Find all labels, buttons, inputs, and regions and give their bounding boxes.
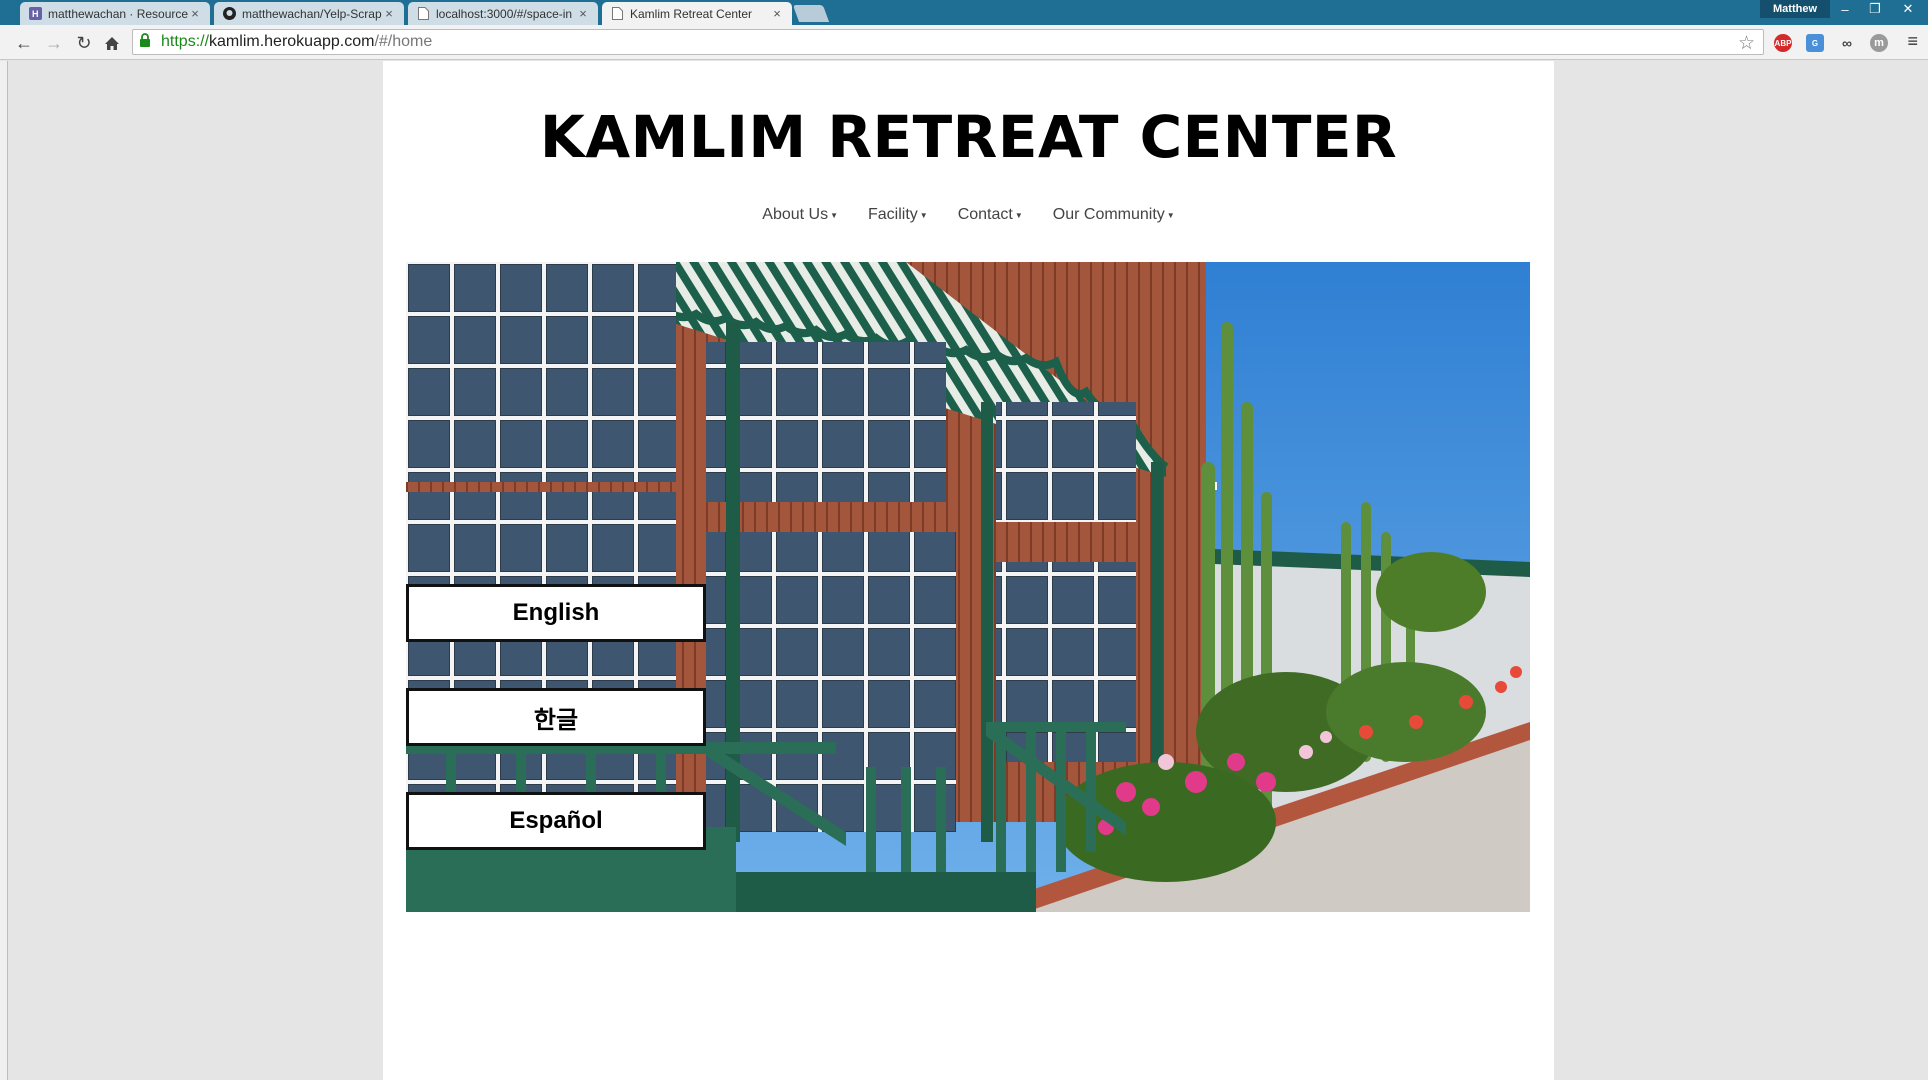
nav-label: Our Community: [1052, 206, 1165, 223]
address-bar[interactable]: https://kamlim.herokuapp.com/#/home ☆: [132, 29, 1764, 55]
caret-down-icon: ▼: [1014, 210, 1023, 220]
browser-tab-4-active[interactable]: Kamlim Retreat Center ×: [602, 2, 792, 25]
tab-title: matthewachan · Resources: [48, 6, 188, 21]
close-tab-icon[interactable]: ×: [188, 6, 202, 21]
page-icon: [610, 7, 624, 21]
forward-icon[interactable]: →: [42, 31, 66, 55]
spanish-button[interactable]: Español: [406, 792, 706, 850]
nav-about-us[interactable]: About Us ▼: [762, 206, 838, 224]
close-window-icon[interactable]: ✕: [1890, 0, 1926, 18]
svg-text:H: H: [32, 9, 39, 19]
nav-facility[interactable]: Facility ▼: [868, 206, 928, 224]
caret-down-icon: ▼: [830, 210, 838, 220]
site-title: KAMLIM RETREAT CENTER: [539, 103, 1398, 171]
browser-toolbar: ← → ↻ https://kamlim.herokuapp.com/#/hom…: [0, 25, 1928, 60]
adblock-plus-icon[interactable]: ABP: [1774, 34, 1792, 52]
page-content: KAMLIM RETREAT CENTER About Us ▼ Facility…: [383, 61, 1554, 1080]
browser-titlebar: H matthewachan · Resources × matthewacha…: [0, 0, 1928, 25]
m-icon[interactable]: m: [1870, 34, 1888, 52]
profile-button[interactable]: Matthew: [1760, 0, 1830, 18]
browser-tab-3[interactable]: localhost:3000/#/space-in ×: [408, 2, 598, 25]
nav-label: Contact: [957, 206, 1013, 223]
reload-icon[interactable]: ↻: [72, 31, 96, 55]
browser-tab-1[interactable]: H matthewachan · Resources ×: [20, 2, 210, 25]
tab-title: Kamlim Retreat Center: [630, 6, 753, 21]
close-tab-icon[interactable]: ×: [576, 6, 590, 21]
close-tab-icon[interactable]: ×: [382, 6, 396, 21]
english-button[interactable]: English: [406, 584, 706, 642]
menu-icon[interactable]: ≡: [1907, 31, 1918, 52]
translate-icon[interactable]: G: [1806, 34, 1824, 52]
nav-contact[interactable]: Contact ▼: [958, 206, 1023, 224]
back-icon[interactable]: ←: [12, 31, 36, 55]
lock-icon: [139, 32, 155, 52]
url-scheme: https://: [161, 33, 210, 50]
caret-down-icon: ▼: [1166, 210, 1175, 220]
tab-title: matthewachan/Yelp-Scrap: [242, 6, 382, 21]
main-nav: About Us ▼ Facility ▼ Contact ▼ Our Communi…: [383, 206, 1554, 224]
minimize-icon[interactable]: –: [1830, 0, 1860, 18]
tab-title: localhost:3000/#/space-in: [436, 6, 573, 21]
nav-label: Facility: [868, 206, 918, 223]
bookmark-star-icon[interactable]: ☆: [1738, 32, 1755, 55]
restore-icon[interactable]: ❐: [1860, 0, 1890, 18]
nav-label: About Us: [762, 206, 829, 223]
page-icon: [416, 7, 430, 21]
korean-button[interactable]: 한글: [406, 688, 706, 746]
github-icon: [222, 7, 236, 21]
home-icon[interactable]: [100, 31, 124, 55]
new-tab-button[interactable]: [792, 5, 830, 22]
url-path: /#/home: [374, 33, 433, 50]
left-window-edge: [0, 61, 8, 1080]
caret-down-icon: ▼: [919, 210, 928, 220]
close-tab-icon[interactable]: ×: [770, 6, 784, 21]
heroku-icon: H: [28, 7, 42, 21]
glasses-icon[interactable]: ∞: [1838, 34, 1856, 52]
browser-tab-2[interactable]: matthewachan/Yelp-Scrap ×: [214, 2, 404, 25]
url-host: kamlim.herokuapp.com: [209, 33, 375, 50]
nav-our-community[interactable]: Our Community ▼: [1053, 206, 1175, 224]
